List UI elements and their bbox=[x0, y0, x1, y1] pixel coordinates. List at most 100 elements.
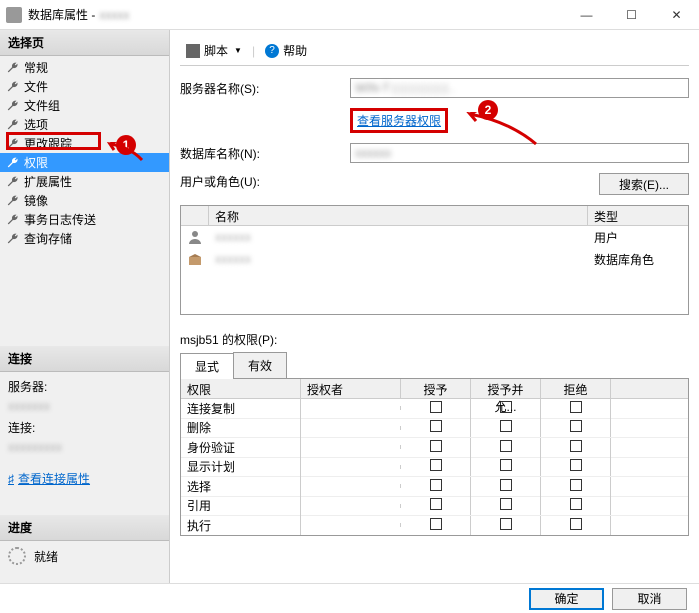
nav-label: 扩展属性 bbox=[24, 173, 72, 190]
script-button[interactable]: 脚本 ▼ bbox=[180, 40, 248, 61]
perm-name: 连接复制 bbox=[181, 398, 301, 419]
permission-row[interactable]: 引用 bbox=[181, 497, 688, 517]
grant-checkbox[interactable] bbox=[430, 420, 442, 432]
grant-checkbox[interactable] bbox=[430, 459, 442, 471]
deny-checkbox[interactable] bbox=[570, 479, 582, 491]
search-button[interactable]: 搜索(E)... bbox=[599, 173, 689, 195]
conn-label: 连接: bbox=[8, 419, 161, 436]
window-title: 数据库属性 -xxxxx bbox=[28, 6, 564, 23]
perm-grantor bbox=[301, 445, 401, 449]
grant-checkbox[interactable] bbox=[430, 440, 442, 452]
deny-checkbox[interactable] bbox=[570, 420, 582, 432]
with-grant-checkbox[interactable] bbox=[500, 459, 512, 471]
wrench-icon bbox=[6, 99, 20, 113]
perm-grantor bbox=[301, 523, 401, 527]
minimize-button[interactable]: — bbox=[564, 0, 609, 30]
perm-name: 显示计划 bbox=[181, 456, 301, 477]
wrench-icon bbox=[6, 137, 20, 151]
script-icon bbox=[186, 44, 200, 58]
perm-grantor bbox=[301, 465, 401, 469]
col-type[interactable]: 类型 bbox=[588, 206, 688, 225]
with-grant-checkbox[interactable] bbox=[500, 518, 512, 530]
sidebar-item-5[interactable]: 权限 bbox=[0, 153, 169, 172]
col-grantor[interactable]: 授权者 bbox=[301, 379, 401, 398]
permissions-table: 权限 授权者 授予 授予并允... 拒绝 连接复制删除身份验证显示计划选择引用执… bbox=[180, 379, 689, 536]
permission-row[interactable]: 选择 bbox=[181, 477, 688, 497]
row-icon bbox=[181, 229, 209, 245]
sidebar-item-1[interactable]: 文件 bbox=[0, 77, 169, 96]
table-row[interactable]: xxxxxx数据库角色 bbox=[181, 248, 688, 270]
view-server-permissions-link[interactable]: 查看服务器权限 bbox=[350, 108, 448, 133]
wrench-icon bbox=[6, 213, 20, 227]
col-grant[interactable]: 授予 bbox=[401, 379, 471, 398]
server-name-label: 服务器名称(S): bbox=[180, 80, 350, 97]
permission-row[interactable]: 连接复制 bbox=[181, 399, 688, 419]
wrench-icon bbox=[6, 118, 20, 132]
wrench-icon bbox=[6, 194, 20, 208]
sidebar-item-7[interactable]: 镜像 bbox=[0, 191, 169, 210]
progress-spinner-icon bbox=[8, 547, 26, 565]
close-button[interactable]: ✕ bbox=[654, 0, 699, 30]
grant-checkbox[interactable] bbox=[430, 518, 442, 530]
with-grant-checkbox[interactable] bbox=[500, 498, 512, 510]
row-name: xxxxxx bbox=[209, 230, 588, 244]
row-icon bbox=[181, 251, 209, 267]
sidebar-item-6[interactable]: 扩展属性 bbox=[0, 172, 169, 191]
with-grant-checkbox[interactable] bbox=[500, 479, 512, 491]
maximize-button[interactable]: ☐ bbox=[609, 0, 654, 30]
deny-checkbox[interactable] bbox=[570, 459, 582, 471]
permissions-tabs: 显式 有效 bbox=[180, 352, 689, 379]
nav-label: 选项 bbox=[24, 116, 48, 133]
link-icon: ♯ bbox=[8, 472, 14, 486]
db-name-label: 数据库名称(N): bbox=[180, 145, 350, 162]
with-grant-checkbox[interactable] bbox=[500, 420, 512, 432]
nav-label: 常规 bbox=[24, 59, 48, 76]
permission-row[interactable]: 执行 bbox=[181, 516, 688, 536]
perm-grantor bbox=[301, 484, 401, 488]
sidebar-item-0[interactable]: 常规 bbox=[0, 58, 169, 77]
col-deny[interactable]: 拒绝 bbox=[541, 379, 611, 398]
cancel-button[interactable]: 取消 bbox=[612, 588, 687, 610]
wrench-icon bbox=[6, 232, 20, 246]
wrench-icon bbox=[6, 61, 20, 75]
perm-grantor bbox=[301, 504, 401, 508]
sidebar-item-9[interactable]: 查询存储 bbox=[0, 229, 169, 248]
sidebar-item-4[interactable]: 更改跟踪 bbox=[0, 134, 169, 153]
dialog-footer: 确定 取消 bbox=[0, 583, 699, 613]
perm-grantor bbox=[301, 406, 401, 410]
perm-name: 删除 bbox=[181, 417, 301, 438]
col-perm[interactable]: 权限 bbox=[181, 379, 301, 398]
connection-header: 连接 bbox=[0, 346, 169, 372]
view-connection-link[interactable]: ♯ 查看连接属性 bbox=[0, 466, 169, 491]
grant-checkbox[interactable] bbox=[430, 401, 442, 413]
col-with-grant[interactable]: 授予并允... bbox=[471, 379, 541, 398]
tab-effective[interactable]: 有效 bbox=[233, 352, 287, 378]
app-icon bbox=[6, 7, 22, 23]
user-role-table: 名称 类型 xxxxxx用户xxxxxx数据库角色 bbox=[180, 205, 689, 315]
ok-button[interactable]: 确定 bbox=[529, 588, 604, 610]
permission-row[interactable]: 显示计划 bbox=[181, 458, 688, 478]
permission-row[interactable]: 删除 bbox=[181, 419, 688, 439]
grant-checkbox[interactable] bbox=[430, 498, 442, 510]
sidebar-item-3[interactable]: 选项 bbox=[0, 115, 169, 134]
wrench-icon bbox=[6, 80, 20, 94]
deny-checkbox[interactable] bbox=[570, 401, 582, 413]
db-name-input[interactable]: xxxxxx bbox=[350, 143, 689, 163]
row-type: 数据库角色 bbox=[588, 251, 688, 268]
deny-checkbox[interactable] bbox=[570, 518, 582, 530]
help-button[interactable]: ? 帮助 bbox=[259, 40, 313, 61]
with-grant-checkbox[interactable] bbox=[500, 440, 512, 452]
chevron-down-icon: ▼ bbox=[234, 46, 242, 55]
tab-explicit[interactable]: 显式 bbox=[180, 353, 234, 379]
table-row[interactable]: xxxxxx用户 bbox=[181, 226, 688, 248]
deny-checkbox[interactable] bbox=[570, 498, 582, 510]
progress-status: 就绪 bbox=[34, 548, 58, 565]
col-name[interactable]: 名称 bbox=[209, 206, 588, 225]
server-name-input[interactable]: WIN-T | | | | | | | | | . bbox=[350, 78, 689, 98]
nav-label: 事务日志传送 bbox=[24, 211, 96, 228]
permission-row[interactable]: 身份验证 bbox=[181, 438, 688, 458]
sidebar-item-2[interactable]: 文件组 bbox=[0, 96, 169, 115]
deny-checkbox[interactable] bbox=[570, 440, 582, 452]
grant-checkbox[interactable] bbox=[430, 479, 442, 491]
sidebar-item-8[interactable]: 事务日志传送 bbox=[0, 210, 169, 229]
